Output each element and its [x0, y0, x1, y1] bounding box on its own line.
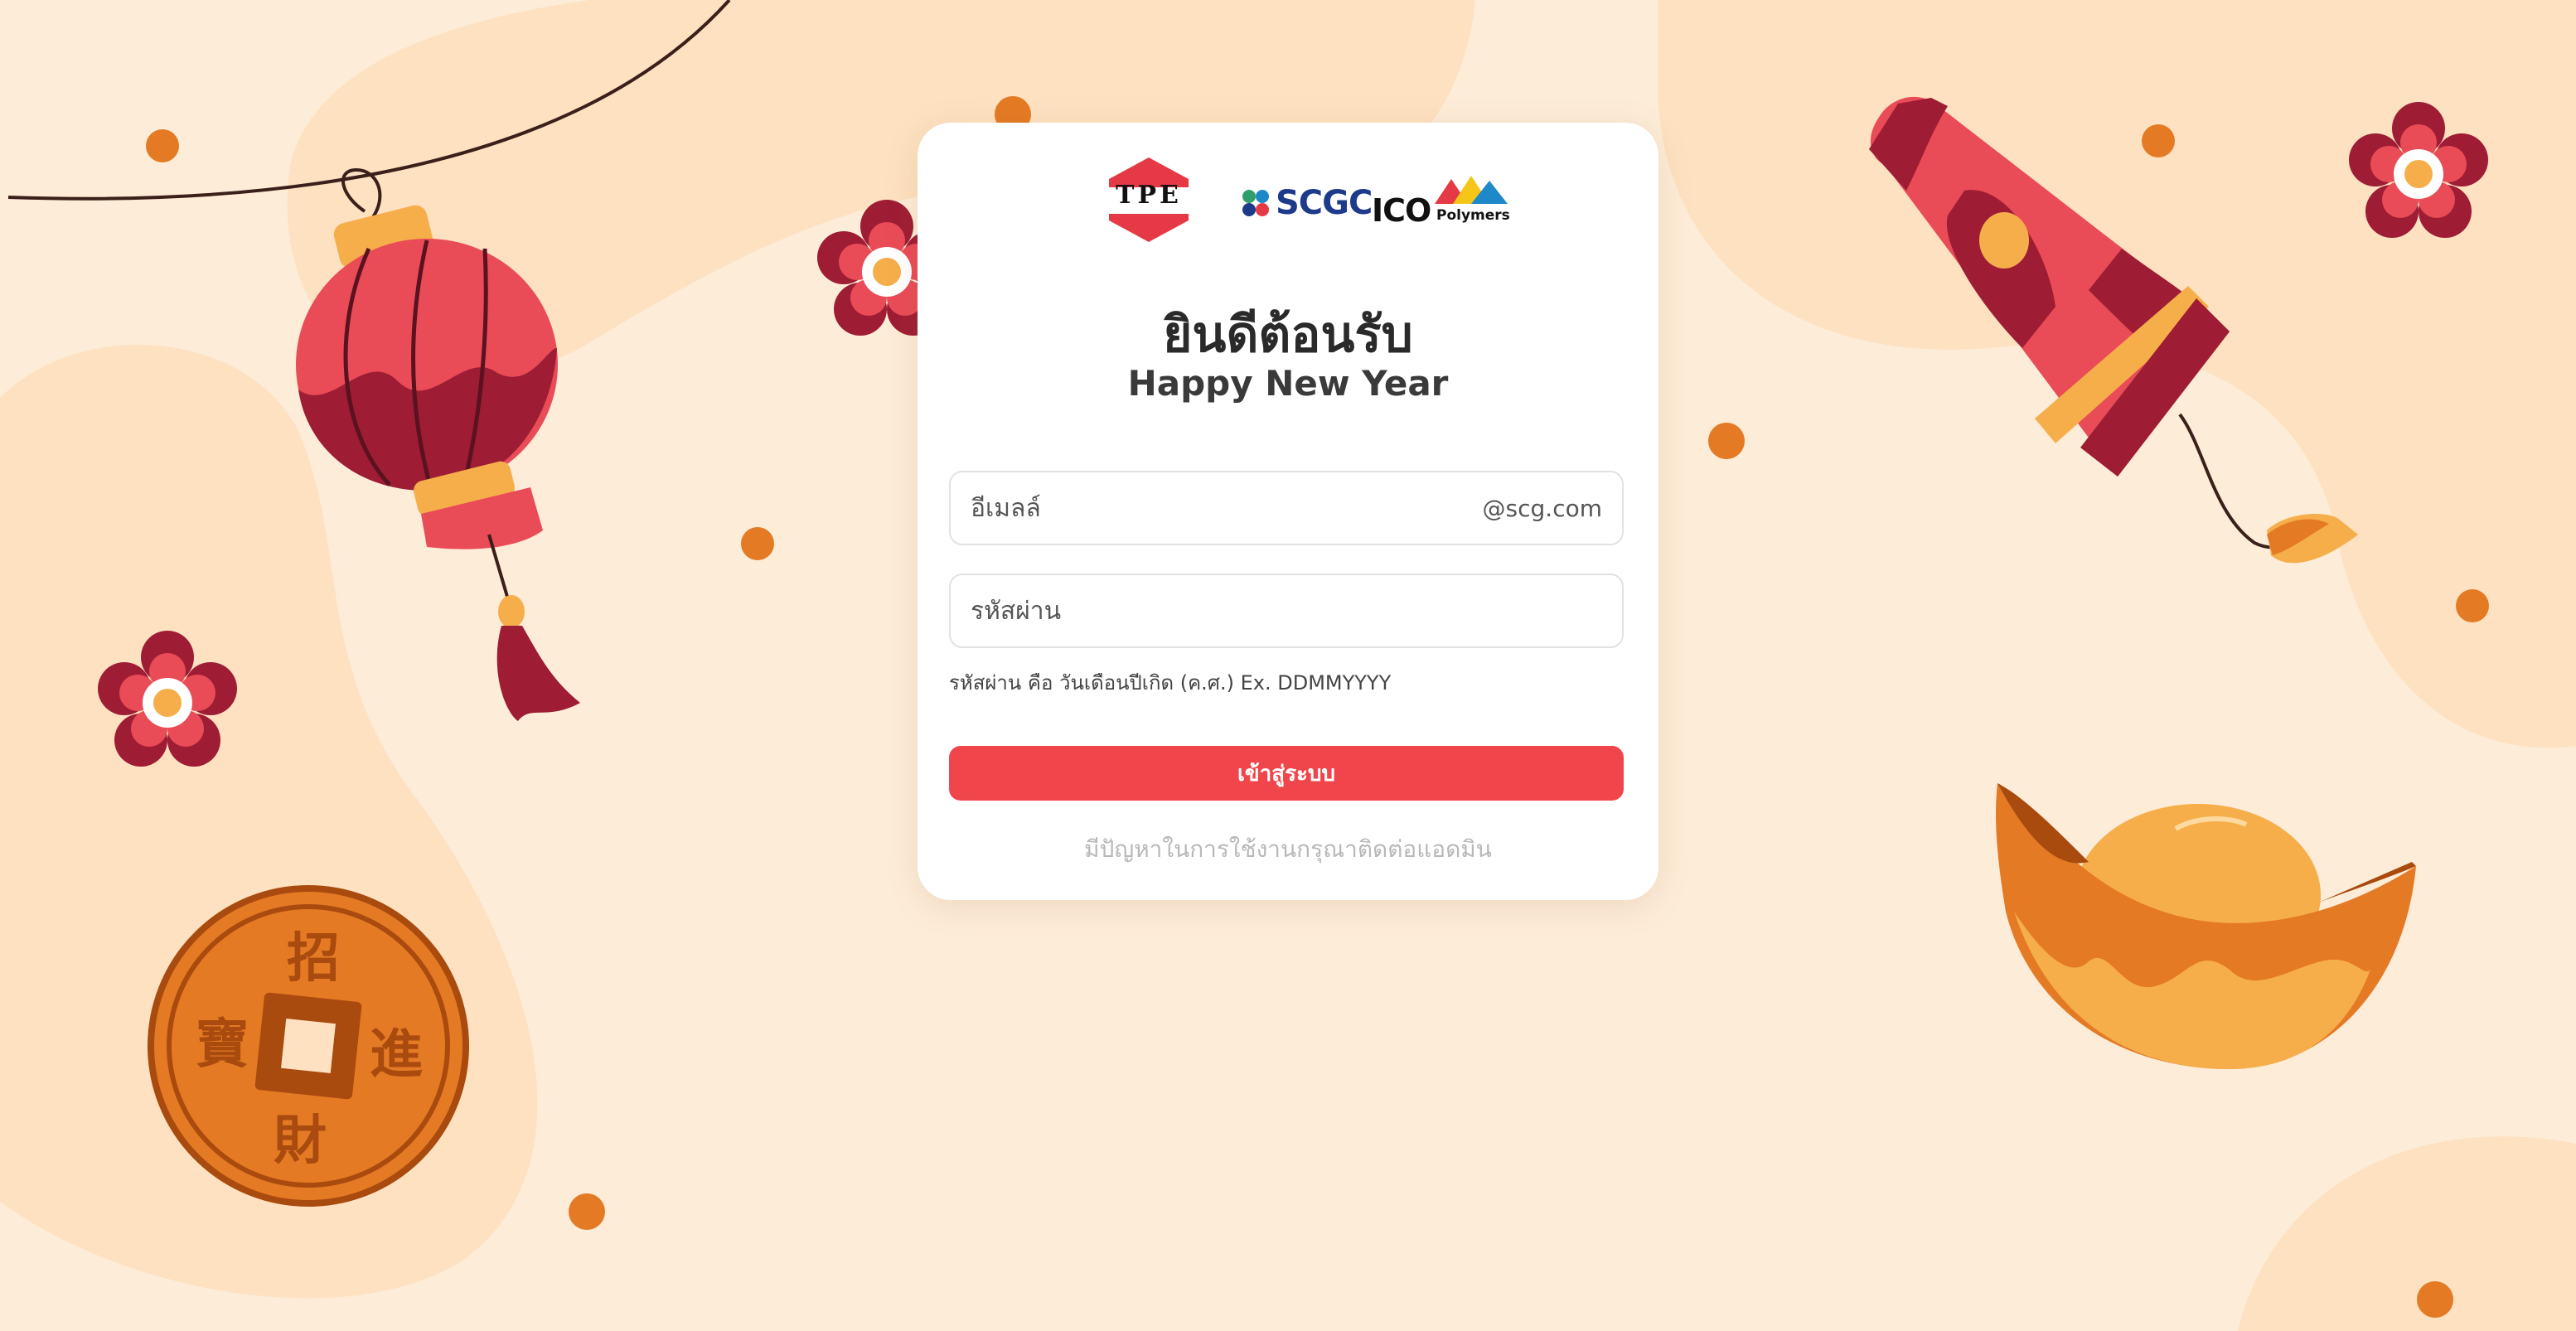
- coin-char-right: 進: [370, 1024, 423, 1086]
- coin-char-bottom: 財: [274, 1111, 327, 1172]
- email-field[interactable]: @scg.com: [949, 471, 1624, 545]
- coin-char-left: 寶: [196, 1014, 249, 1076]
- ico-logo-text: ICO: [1372, 192, 1431, 229]
- password-field[interactable]: [949, 574, 1624, 648]
- tpe-logo: TPE: [1106, 156, 1191, 244]
- tpe-logo-text: TPE: [1116, 181, 1182, 210]
- gold-ingot-icon: [1996, 783, 2416, 1069]
- ico-polymers-logo: ICO Polymers: [1372, 172, 1513, 230]
- partner-logos: TPE SCGC ICO Polymers: [918, 156, 1658, 247]
- login-card: TPE SCGC ICO Polymers ยินดีต้อนรับ Happy…: [918, 123, 1658, 900]
- scgc-logo-text: SCGC: [1276, 184, 1373, 222]
- scgc-logo: SCGC: [1241, 182, 1373, 224]
- email-input[interactable]: [971, 472, 1484, 544]
- mountains-icon: [1435, 176, 1508, 204]
- contact-admin-text: มีปัญหาในการใช้งานกรุณาติดต่อแอดมิน: [1084, 835, 1492, 863]
- login-button[interactable]: เข้าสู่ระบบ: [949, 746, 1624, 801]
- password-hint: รหัสผ่าน คือ วันเดือนปีเกิด (ค.ศ.) Ex. D…: [949, 671, 1392, 695]
- welcome-title: ยินดีต้อนรับ: [1163, 306, 1413, 364]
- welcome-subtitle: Happy New Year: [1127, 363, 1449, 404]
- background-blob: [2238, 1136, 2576, 1331]
- coin-char-top: 招: [287, 928, 340, 990]
- password-input[interactable]: [971, 575, 1484, 646]
- molecule-icon: [1242, 190, 1269, 216]
- email-domain-suffix: @scg.com: [1482, 495, 1602, 522]
- ico-logo-subtext: Polymers: [1436, 207, 1510, 224]
